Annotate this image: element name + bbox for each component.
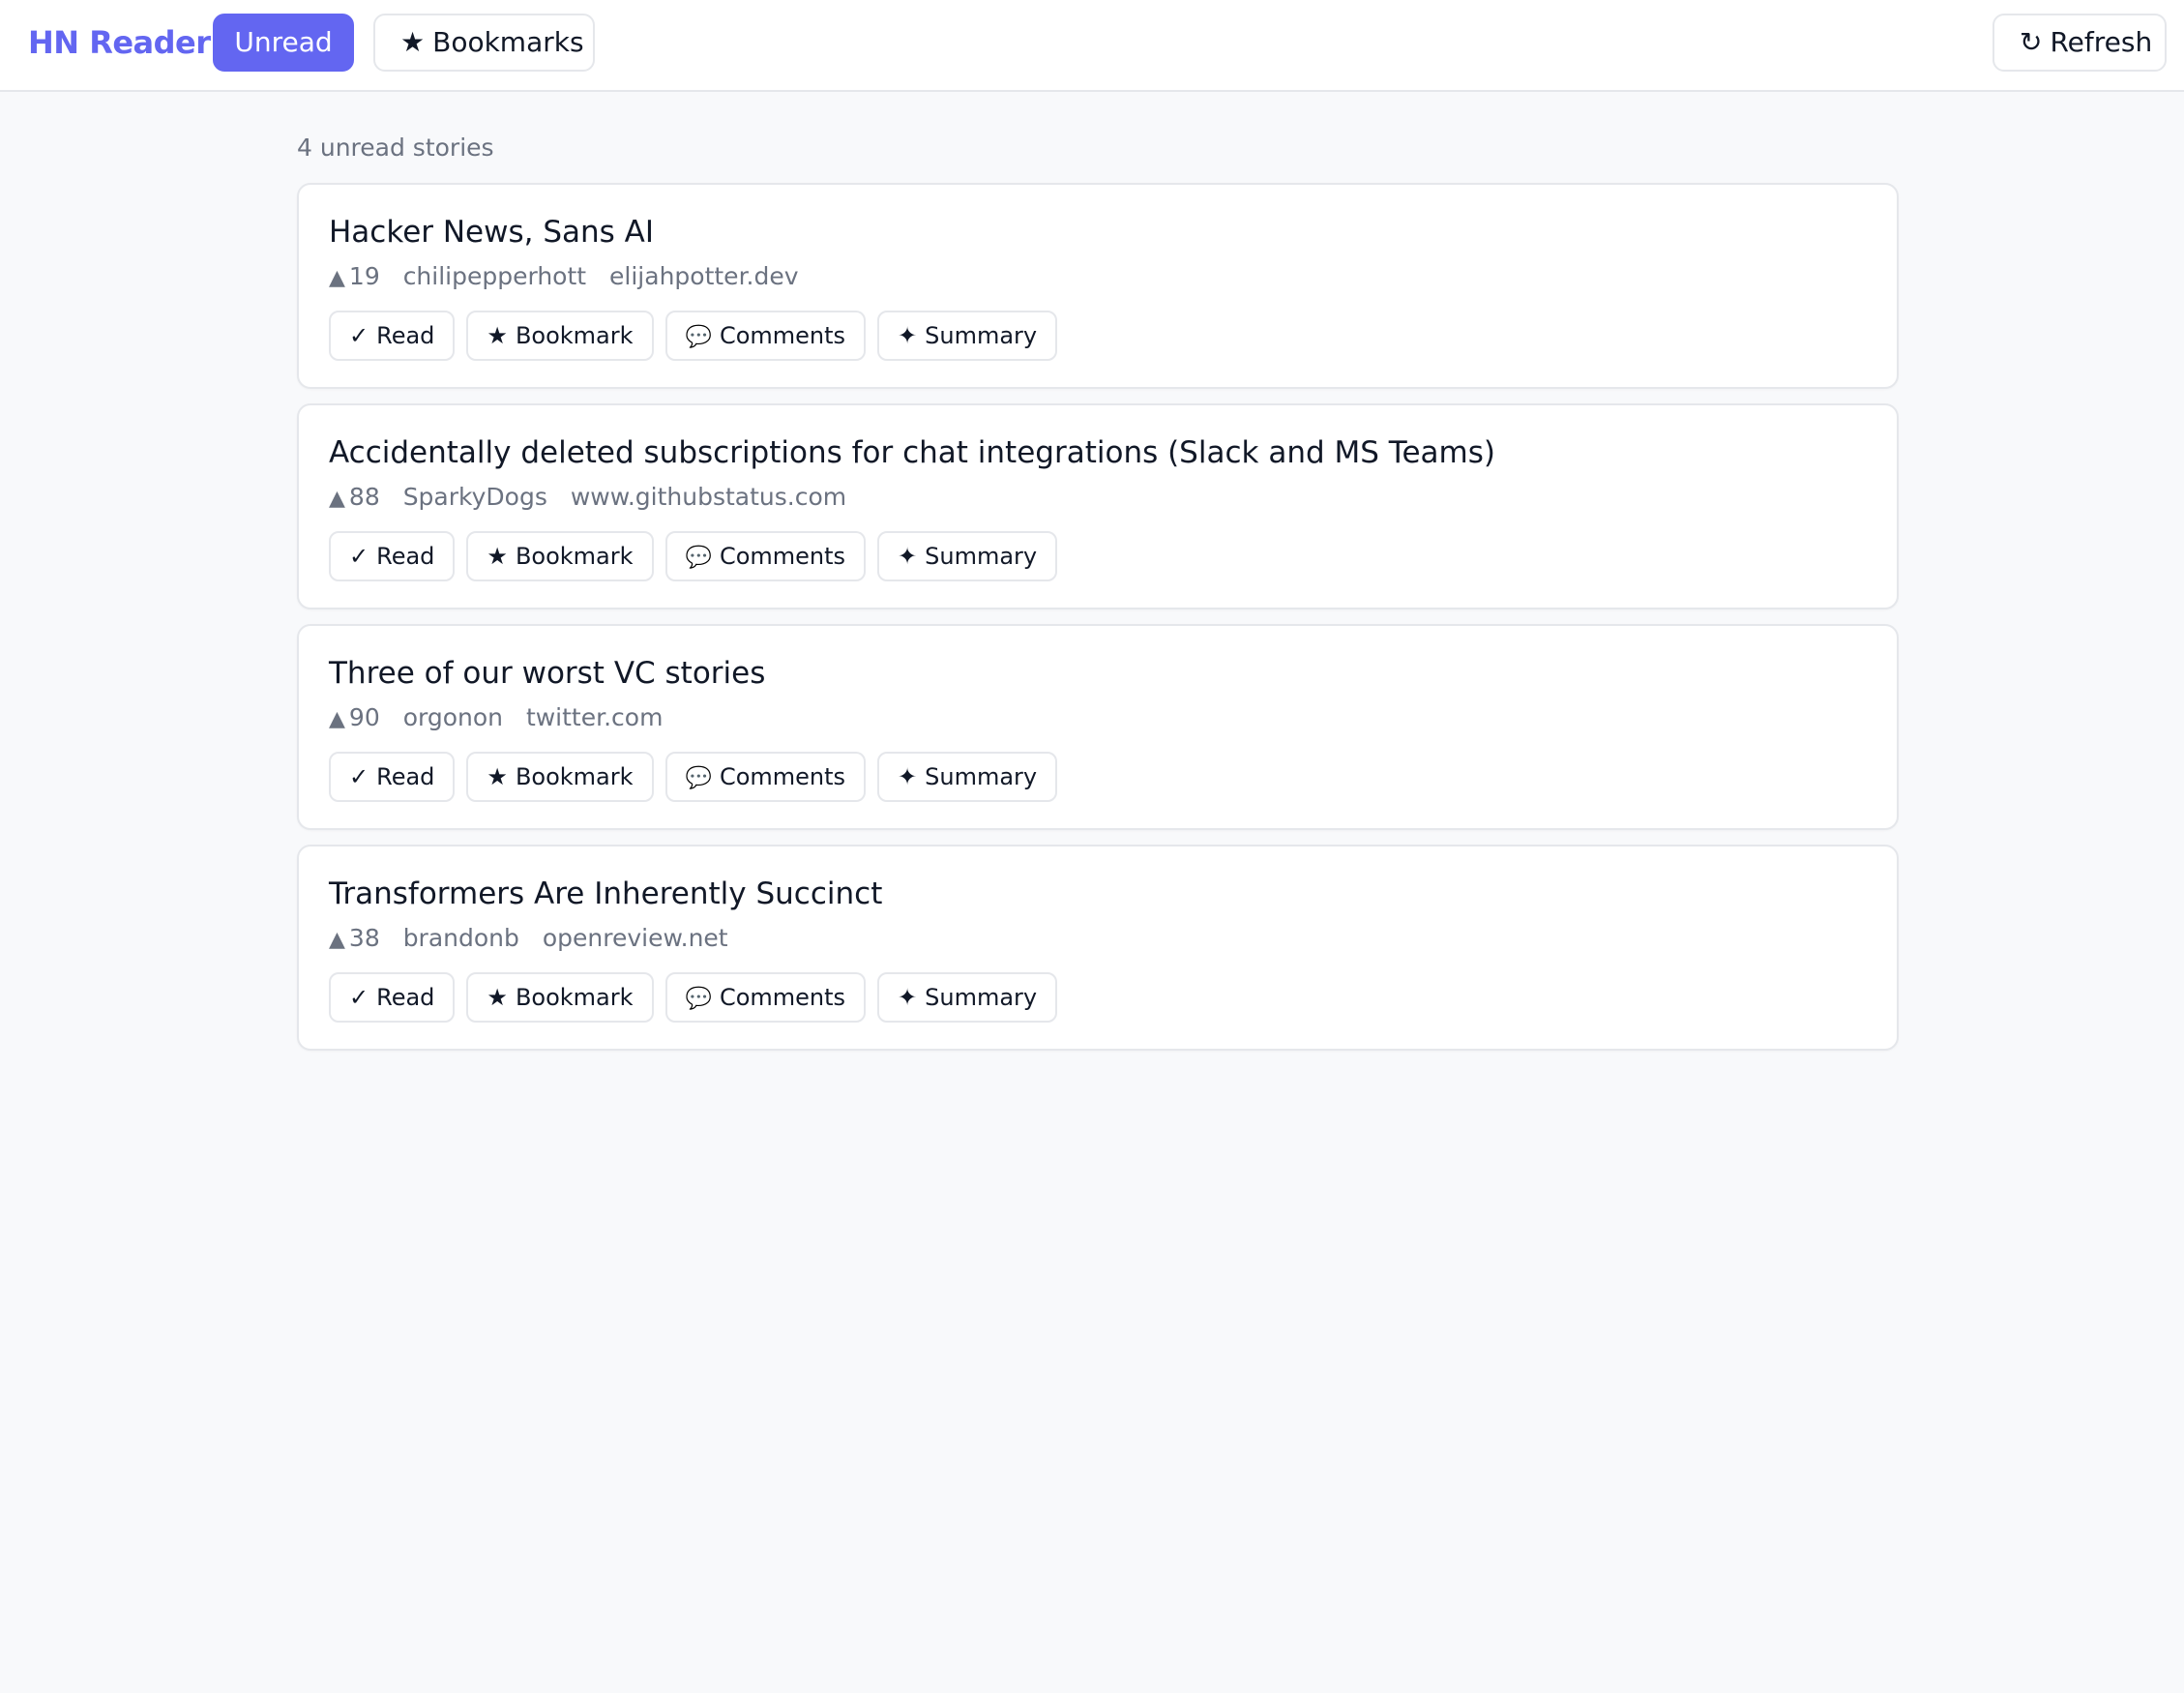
story-title[interactable]: Three of our worst VC stories bbox=[329, 653, 765, 694]
story-meta: ▲ 90 orgonon twitter.com bbox=[329, 701, 678, 736]
story-points: 38 bbox=[348, 924, 380, 952]
speech-bubble-icon: 💬 bbox=[685, 546, 712, 570]
story-points: 90 bbox=[348, 703, 380, 731]
summary-button[interactable]: ✦ Summary bbox=[877, 972, 1058, 1023]
story-title[interactable]: Transformers Are Inherently Succinct bbox=[329, 874, 882, 914]
bookmark-label: Bookmark bbox=[515, 543, 634, 570]
comments-label: Comments bbox=[719, 322, 846, 349]
story-card: Transformers Are Inherently Succinct ▲ 38… bbox=[297, 845, 1899, 1051]
story-actions: ✓ Read ★ Bookmark 💬 Comments ✦ Summary bbox=[329, 531, 1058, 581]
upvote-triangle-icon: ▲ bbox=[329, 266, 345, 290]
story-domain: elijahpotter.dev bbox=[609, 262, 799, 290]
story-card: Three of our worst VC stories ▲ 90 orgono… bbox=[297, 624, 1899, 830]
app-brand[interactable]: HN Reader bbox=[28, 21, 211, 64]
read-button[interactable]: ✓ Read bbox=[329, 531, 456, 581]
top-bar: HN Reader Unread ★ Bookmarks ↻ Refresh bbox=[0, 0, 2184, 92]
bookmark-button[interactable]: ★ Bookmark bbox=[466, 311, 654, 361]
read-label: Read bbox=[376, 984, 435, 1011]
comments-button[interactable]: 💬 Comments bbox=[664, 311, 867, 361]
star-icon: ★ bbox=[487, 543, 508, 570]
comments-button[interactable]: 💬 Comments bbox=[664, 752, 867, 802]
bookmark-button[interactable]: ★ Bookmark bbox=[466, 972, 654, 1023]
summary-button[interactable]: ✦ Summary bbox=[877, 311, 1058, 361]
summary-label: Summary bbox=[925, 984, 1038, 1011]
read-label: Read bbox=[376, 763, 435, 790]
unread-tab-label: Unread bbox=[234, 26, 333, 58]
story-author: chilipepperhott bbox=[402, 262, 587, 290]
sparkle-icon: ✦ bbox=[898, 322, 918, 349]
bookmarks-tab-button[interactable]: ★ Bookmarks bbox=[373, 14, 595, 72]
read-label: Read bbox=[376, 543, 435, 570]
upvote-triangle-icon: ▲ bbox=[329, 487, 345, 511]
read-button[interactable]: ✓ Read bbox=[329, 752, 456, 802]
story-domain: www.githubstatus.com bbox=[570, 483, 847, 511]
story-actions: ✓ Read ★ Bookmark 💬 Comments ✦ Summary bbox=[329, 752, 1058, 802]
check-icon: ✓ bbox=[349, 322, 369, 349]
story-points: 19 bbox=[348, 262, 380, 290]
star-icon: ★ bbox=[487, 322, 508, 349]
story-meta: ▲ 88 SparkyDogs www.githubstatus.com bbox=[329, 481, 862, 516]
bookmark-label: Bookmark bbox=[515, 322, 634, 349]
speech-bubble-icon: 💬 bbox=[685, 987, 712, 1011]
read-button[interactable]: ✓ Read bbox=[329, 311, 456, 361]
story-actions: ✓ Read ★ Bookmark 💬 Comments ✦ Summary bbox=[329, 311, 1058, 361]
upvote-triangle-icon: ▲ bbox=[329, 928, 345, 952]
story-meta: ▲ 38 brandonb openreview.net bbox=[329, 922, 744, 957]
upvote-triangle-icon: ▲ bbox=[329, 707, 345, 731]
comments-button[interactable]: 💬 Comments bbox=[664, 531, 867, 581]
speech-bubble-icon: 💬 bbox=[685, 325, 712, 349]
story-meta: ▲ 19 chilipepperhott elijahpotter.dev bbox=[329, 260, 814, 295]
refresh-label: Refresh bbox=[2050, 26, 2153, 58]
summary-label: Summary bbox=[925, 543, 1038, 570]
check-icon: ✓ bbox=[349, 984, 369, 1011]
comments-label: Comments bbox=[719, 763, 846, 790]
comments-label: Comments bbox=[719, 543, 846, 570]
story-title[interactable]: Accidentally deleted subscriptions for c… bbox=[329, 432, 1495, 473]
story-author: brandonb bbox=[402, 924, 519, 952]
read-label: Read bbox=[376, 322, 435, 349]
story-domain: twitter.com bbox=[525, 703, 664, 731]
comments-button[interactable]: 💬 Comments bbox=[664, 972, 867, 1023]
summary-button[interactable]: ✦ Summary bbox=[877, 752, 1058, 802]
summary-label: Summary bbox=[925, 763, 1038, 790]
star-icon: ★ bbox=[487, 763, 508, 790]
sparkle-icon: ✦ bbox=[898, 984, 918, 1011]
refresh-button[interactable]: ↻ Refresh bbox=[1992, 14, 2167, 72]
sparkle-icon: ✦ bbox=[898, 543, 918, 570]
comments-label: Comments bbox=[719, 984, 846, 1011]
story-points: 88 bbox=[348, 483, 380, 511]
star-icon: ★ bbox=[400, 26, 426, 58]
check-icon: ✓ bbox=[349, 763, 369, 790]
sparkle-icon: ✦ bbox=[898, 763, 918, 790]
speech-bubble-icon: 💬 bbox=[685, 766, 712, 790]
bookmark-label: Bookmark bbox=[515, 984, 634, 1011]
unread-count: 4 unread stories bbox=[297, 134, 494, 162]
story-card: Accidentally deleted subscriptions for c… bbox=[297, 403, 1899, 609]
story-title[interactable]: Hacker News, Sans AI bbox=[329, 212, 654, 252]
story-actions: ✓ Read ★ Bookmark 💬 Comments ✦ Summary bbox=[329, 972, 1058, 1023]
summary-button[interactable]: ✦ Summary bbox=[877, 531, 1058, 581]
read-button[interactable]: ✓ Read bbox=[329, 972, 456, 1023]
summary-label: Summary bbox=[925, 322, 1038, 349]
bookmarks-tab-label: Bookmarks bbox=[432, 26, 584, 58]
story-author: orgonon bbox=[402, 703, 503, 731]
check-icon: ✓ bbox=[349, 543, 369, 570]
bookmark-button[interactable]: ★ Bookmark bbox=[466, 752, 654, 802]
bookmark-button[interactable]: ★ Bookmark bbox=[466, 531, 654, 581]
star-icon: ★ bbox=[487, 984, 508, 1011]
unread-tab-button[interactable]: Unread bbox=[213, 14, 354, 72]
bookmark-label: Bookmark bbox=[515, 763, 634, 790]
story-author: SparkyDogs bbox=[402, 483, 547, 511]
story-domain: openreview.net bbox=[542, 924, 728, 952]
refresh-icon: ↻ bbox=[2020, 26, 2043, 58]
story-card: Hacker News, Sans AI ▲ 19 chilipepperhott… bbox=[297, 183, 1899, 389]
